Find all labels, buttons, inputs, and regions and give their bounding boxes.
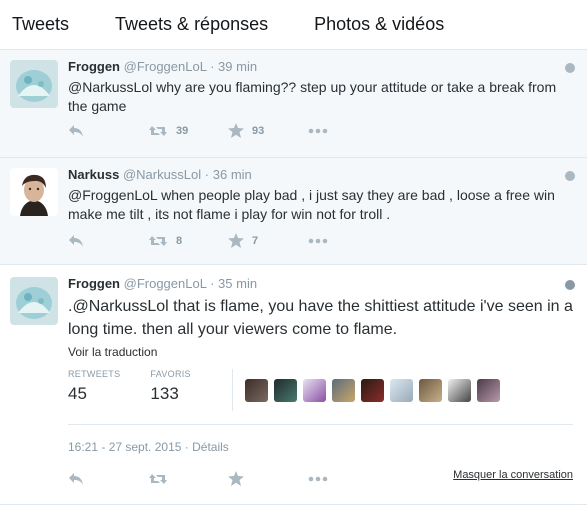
reply-button[interactable] — [68, 124, 148, 138]
reply-button[interactable] — [68, 234, 148, 248]
favoriters-avatars — [245, 379, 506, 402]
author-handle[interactable]: @NarkussLol — [123, 167, 201, 182]
tweet-froggen-expanded[interactable]: Froggen @FroggenLoL · 35 min .@NarkussLo… — [0, 265, 587, 505]
retweet-count: 39 — [176, 124, 189, 137]
retweet-button[interactable]: 8 — [148, 234, 228, 248]
avatar-froggen[interactable] — [10, 60, 58, 108]
retweet-icon — [149, 235, 167, 246]
author-handle[interactable]: @FroggenLoL — [124, 59, 207, 74]
favoriter-avatar[interactable] — [361, 379, 384, 402]
favoriter-avatar[interactable] — [448, 379, 471, 402]
reply-button[interactable] — [68, 472, 148, 486]
separator: · — [210, 276, 215, 291]
hide-conversation-link[interactable]: Masquer la conversation — [453, 469, 573, 481]
favorites-value: 133 — [150, 384, 179, 403]
stats-divider — [232, 369, 233, 411]
tweet-datetime[interactable]: 16:21 - 27 sept. 2015 — [68, 440, 181, 454]
more-button[interactable] — [308, 238, 328, 244]
favoriter-avatar[interactable] — [419, 379, 442, 402]
timestamp[interactable]: 35 min — [218, 276, 257, 291]
tweet-date: 16:21 - 27 sept. 2015 · Détails — [68, 440, 229, 454]
reply-icon — [69, 234, 83, 247]
globe-icon — [565, 63, 575, 73]
translate-link[interactable]: Voir la traduction — [68, 345, 157, 359]
favorite-icon — [228, 123, 244, 138]
timestamp[interactable]: 39 min — [218, 59, 257, 74]
retweet-button[interactable] — [148, 472, 228, 486]
globe-icon — [565, 280, 575, 290]
more-icon — [308, 476, 328, 481]
favoriter-avatar[interactable] — [390, 379, 413, 402]
favorites-label: FAVORIS — [150, 369, 191, 379]
favorite-button[interactable] — [228, 471, 308, 486]
tweet-narkuss[interactable]: Narkuss @NarkussLol · 36 min @FroggenLoL… — [0, 158, 587, 265]
more-button[interactable] — [308, 128, 328, 134]
avatar-narkuss[interactable] — [10, 168, 58, 216]
favoriter-avatar[interactable] — [303, 379, 326, 402]
retweet-icon — [149, 473, 167, 484]
separator: · — [184, 440, 193, 454]
tweet-actions: 39 93 — [68, 123, 328, 138]
divider — [68, 424, 573, 425]
globe-icon — [565, 171, 575, 181]
favorite-count: 7 — [252, 234, 259, 247]
retweet-button[interactable]: 39 — [148, 124, 228, 138]
favorite-button[interactable]: 93 — [228, 123, 308, 138]
more-icon — [308, 238, 328, 243]
tweet-froggen-1[interactable]: Froggen @FroggenLoL · 39 min @NarkussLol… — [0, 50, 587, 158]
tab-tweets[interactable]: Tweets — [0, 14, 69, 35]
favoriter-avatar[interactable] — [332, 379, 355, 402]
details-link[interactable]: Détails — [192, 440, 229, 454]
favoriter-avatar[interactable] — [274, 379, 297, 402]
retweet-icon — [149, 125, 167, 136]
tweet-text: .@NarkussLol that is flame, you have the… — [68, 298, 573, 338]
timestamp[interactable]: 36 min — [213, 167, 252, 182]
more-button[interactable] — [308, 476, 328, 482]
tweet-actions — [68, 471, 328, 486]
author-handle[interactable]: @FroggenLoL — [124, 276, 207, 291]
favorites-stat[interactable]: FAVORIS 133 — [150, 369, 190, 411]
tweet-text: @NarkussLol why are you flaming?? step u… — [68, 79, 557, 114]
tweet-actions: 8 7 — [68, 233, 328, 248]
retweets-value: 45 — [68, 384, 87, 403]
tab-tweets-replies[interactable]: Tweets & réponses — [103, 14, 268, 35]
favoriter-avatar[interactable] — [477, 379, 500, 402]
avatar-froggen[interactable] — [10, 277, 58, 325]
reply-icon — [69, 472, 83, 485]
author-name[interactable]: Froggen — [68, 276, 120, 291]
separator: · — [204, 167, 210, 182]
author-name[interactable]: Froggen — [68, 59, 120, 74]
separator: · — [210, 59, 215, 74]
favoriter-avatar[interactable] — [245, 379, 268, 402]
profile-tabs: Tweets Tweets & réponses Photos & vidéos — [0, 0, 587, 50]
retweet-count: 8 — [176, 234, 183, 247]
author-name[interactable]: Narkuss — [68, 167, 119, 182]
favorite-count: 93 — [252, 124, 265, 137]
favorite-icon — [228, 471, 244, 486]
tweet-text: @FroggenLoL when people play bad , i jus… — [68, 187, 555, 222]
reply-icon — [69, 124, 83, 137]
favorite-button[interactable]: 7 — [228, 233, 308, 248]
tweet-stats: RETWEETS 45 FAVORIS 133 — [68, 369, 221, 411]
tab-photos-videos[interactable]: Photos & vidéos — [302, 14, 444, 35]
favorite-icon — [228, 233, 244, 248]
retweets-label: RETWEETS — [68, 369, 121, 379]
retweets-stat[interactable]: RETWEETS 45 — [68, 369, 120, 411]
more-icon — [308, 128, 328, 133]
